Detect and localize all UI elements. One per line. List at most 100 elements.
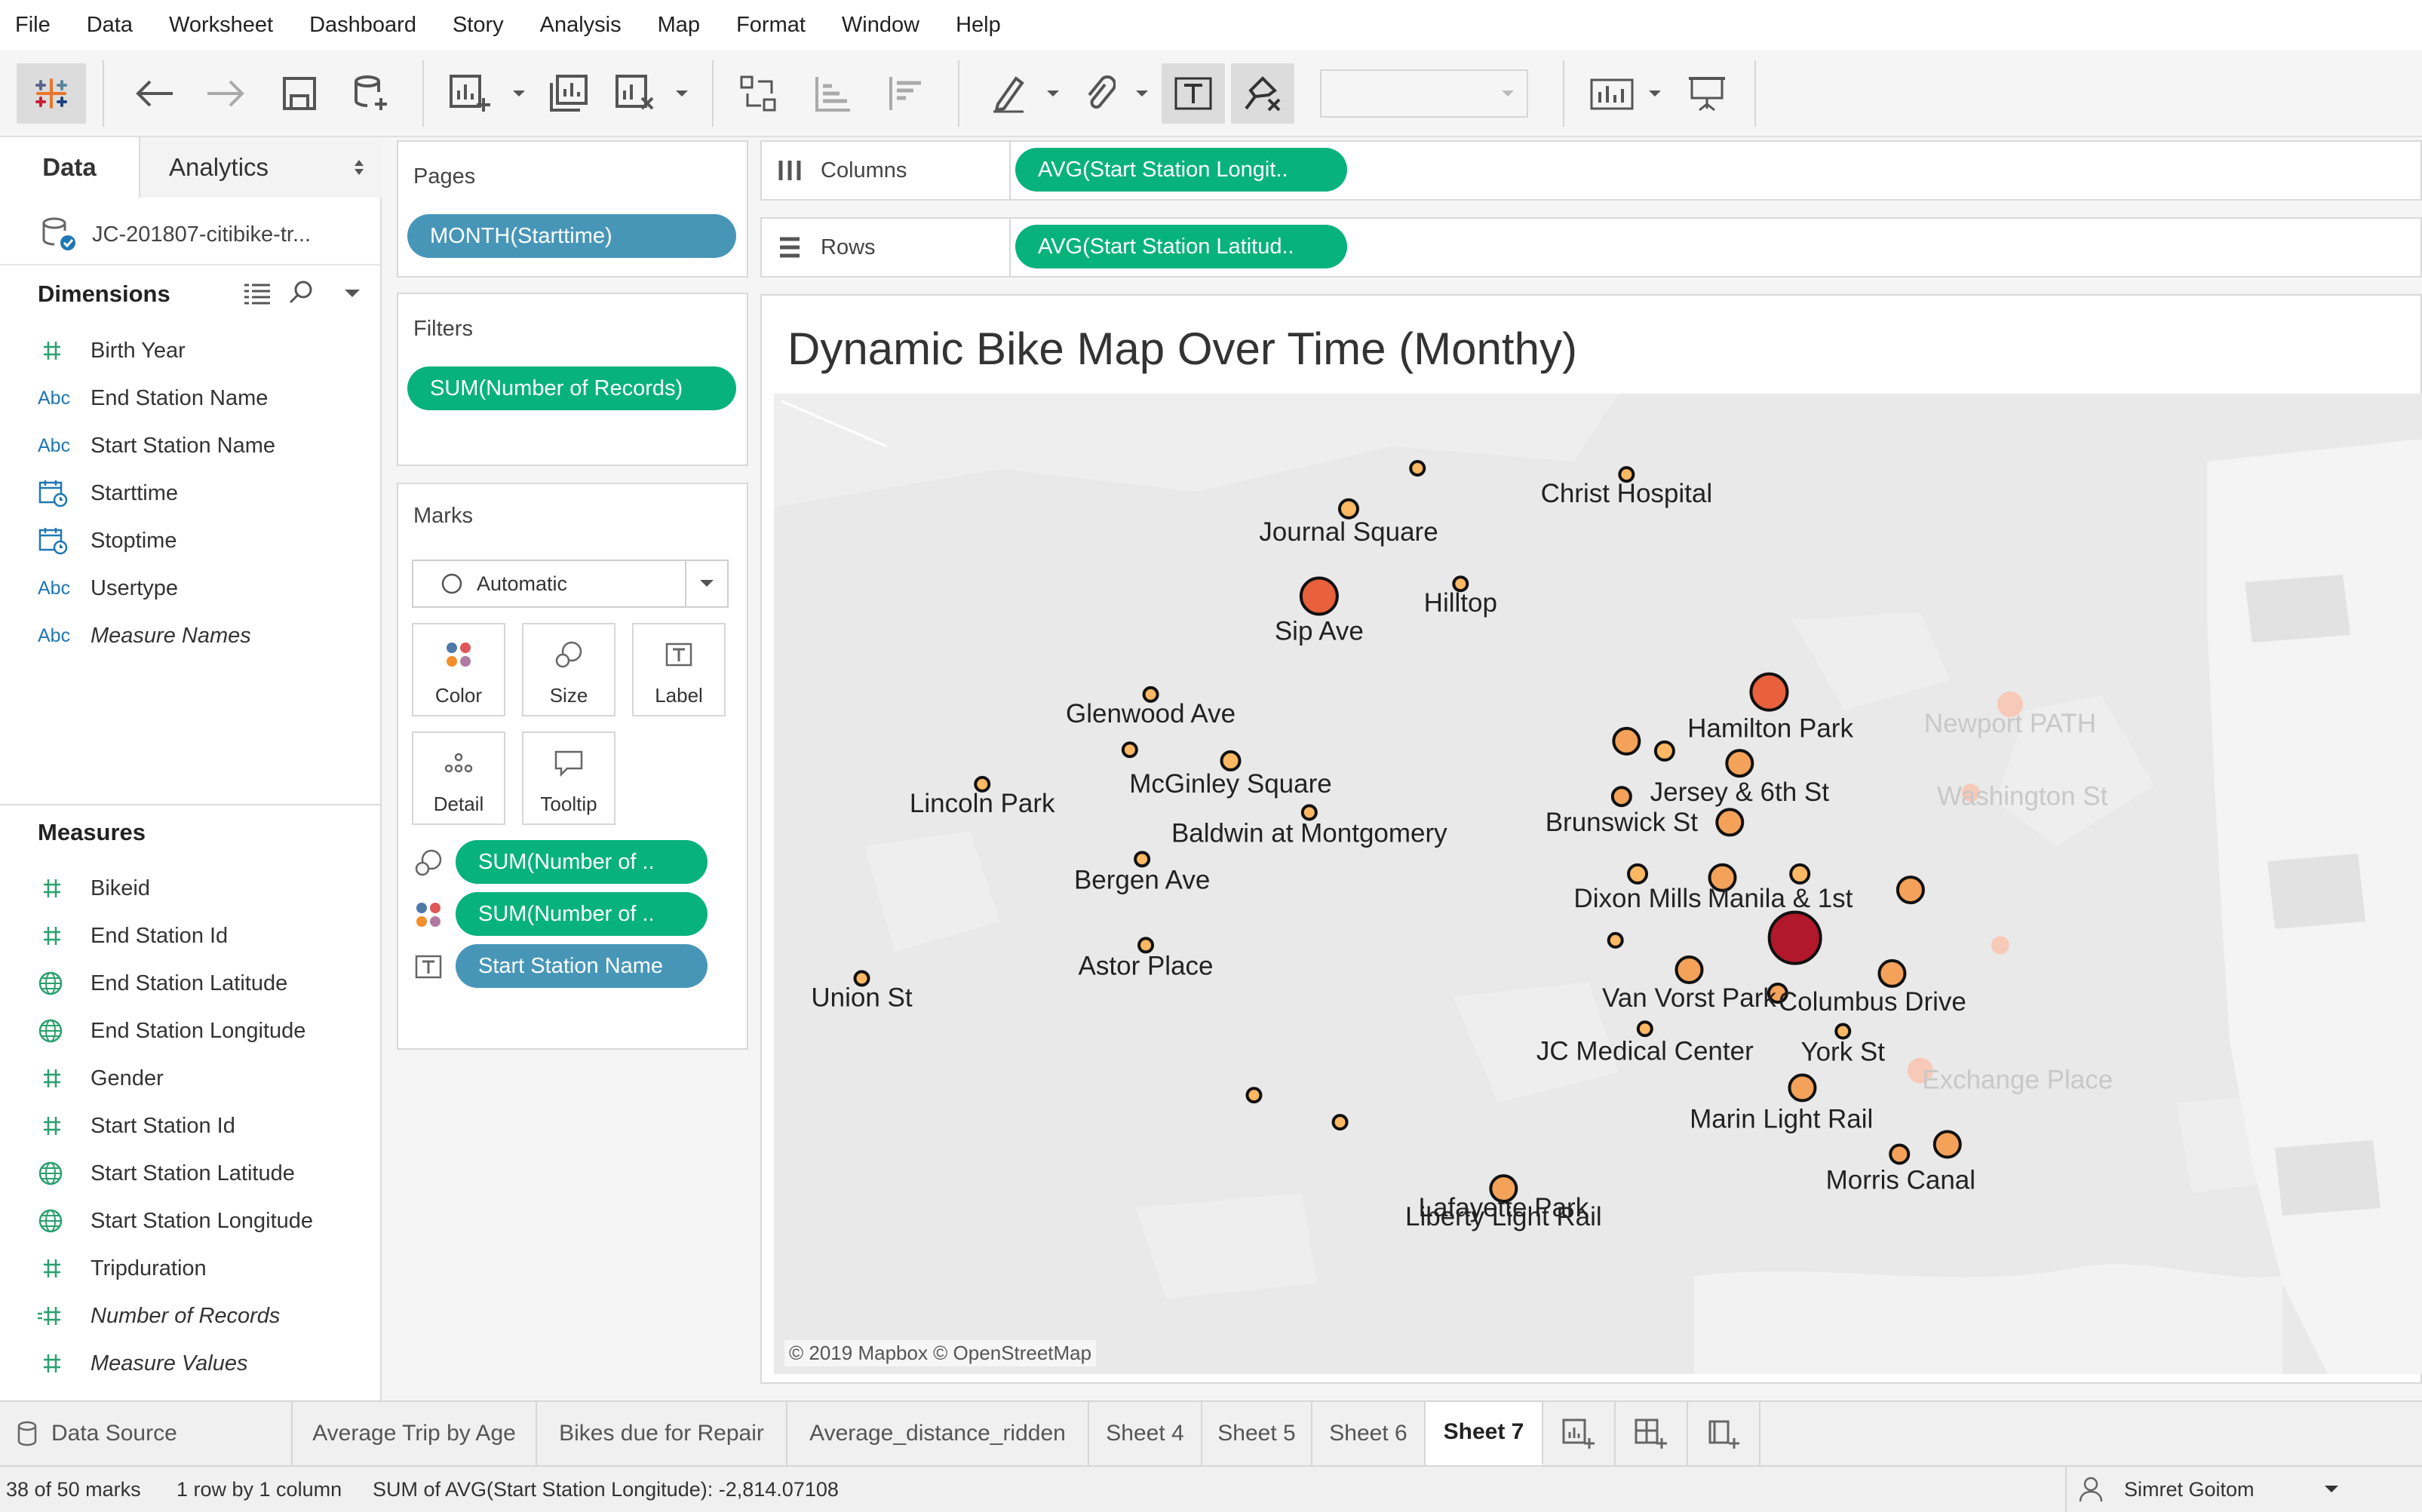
color-button[interactable]: Color bbox=[412, 623, 505, 716]
fix-axes-icon[interactable] bbox=[1231, 63, 1294, 124]
station-mark[interactable] bbox=[1137, 937, 1155, 954]
measure-item[interactable]: Measure Values bbox=[38, 1342, 247, 1385]
menu-dashboard[interactable]: Dashboard bbox=[309, 13, 416, 38]
chevron-down-icon[interactable] bbox=[505, 63, 533, 124]
tab-data[interactable]: Data bbox=[0, 137, 139, 198]
station-mark[interactable] bbox=[1331, 1114, 1349, 1131]
measure-item[interactable]: Bikeid bbox=[38, 867, 150, 909]
chevron-down-icon[interactable] bbox=[1641, 63, 1668, 124]
station-mark[interactable] bbox=[1337, 498, 1359, 520]
mark-pill[interactable]: Start Station Name bbox=[456, 944, 708, 988]
presentation-mode-icon[interactable] bbox=[1679, 63, 1735, 124]
sort-ascending-icon[interactable] bbox=[806, 63, 861, 124]
save-icon[interactable] bbox=[272, 63, 327, 124]
station-mark[interactable] bbox=[1749, 672, 1789, 712]
mark-pill[interactable]: SUM(Number of .. bbox=[456, 892, 708, 936]
show-me-icon[interactable] bbox=[1584, 63, 1640, 124]
station-mark[interactable] bbox=[1889, 1143, 1911, 1165]
station-mark[interactable] bbox=[1409, 459, 1426, 477]
measure-item[interactable]: Tripduration bbox=[38, 1247, 207, 1290]
menu-help[interactable]: Help bbox=[956, 13, 1001, 38]
tab-analytics[interactable]: Analytics bbox=[139, 137, 382, 198]
detail-button[interactable]: Detail bbox=[412, 731, 505, 825]
chevron-down-icon[interactable] bbox=[1039, 63, 1067, 124]
sheet-tab[interactable]: Average Trip by Age bbox=[293, 1402, 537, 1465]
station-mark[interactable] bbox=[1220, 750, 1242, 771]
dimension-item[interactable]: Abc Measure Names bbox=[38, 615, 251, 657]
label-button[interactable]: Label bbox=[632, 623, 726, 716]
new-story-tab-button[interactable] bbox=[1688, 1402, 1760, 1465]
redo-icon[interactable] bbox=[198, 63, 253, 124]
new-datasource-icon[interactable] bbox=[344, 63, 400, 124]
measure-item[interactable]: Number of Records bbox=[38, 1295, 280, 1337]
measure-item[interactable]: End Station Longitude bbox=[38, 1010, 305, 1052]
station-mark[interactable] bbox=[1300, 804, 1318, 821]
sheet-tab[interactable]: Sheet 5 bbox=[1202, 1402, 1312, 1465]
menu-window[interactable]: Window bbox=[842, 13, 919, 38]
station-mark[interactable] bbox=[1991, 936, 2009, 955]
rows-pill[interactable]: AVG(Start Station Latitud.. bbox=[1015, 225, 1347, 268]
dimension-item[interactable]: Starttime bbox=[38, 472, 178, 514]
highlight-icon[interactable] bbox=[981, 63, 1036, 124]
measure-item[interactable]: Start Station Id bbox=[38, 1105, 235, 1147]
menu-file[interactable]: File bbox=[15, 13, 51, 38]
chevron-down-icon[interactable] bbox=[668, 63, 695, 124]
station-mark[interactable] bbox=[1789, 863, 1811, 885]
mark-type-dropdown[interactable]: Automatic bbox=[412, 560, 729, 608]
measure-item[interactable]: End Station Id bbox=[38, 915, 228, 957]
station-mark[interactable] bbox=[1767, 910, 1822, 965]
swap-rows-columns-icon[interactable] bbox=[732, 63, 787, 124]
station-mark[interactable] bbox=[1715, 808, 1745, 837]
sheet-tab[interactable]: Sheet 7 bbox=[1426, 1402, 1543, 1465]
measure-item[interactable]: Start Station Longitude bbox=[38, 1200, 313, 1242]
menu-analysis[interactable]: Analysis bbox=[540, 13, 622, 38]
station-mark[interactable] bbox=[1610, 786, 1632, 808]
station-mark[interactable] bbox=[1725, 749, 1754, 778]
fit-dropdown[interactable] bbox=[1320, 63, 1528, 124]
station-mark[interactable] bbox=[1896, 876, 1925, 905]
menu-data[interactable]: Data bbox=[87, 13, 133, 38]
station-mark[interactable] bbox=[1636, 1020, 1653, 1038]
tooltip-button[interactable]: Tooltip bbox=[522, 731, 615, 825]
station-mark[interactable] bbox=[1299, 576, 1339, 616]
station-mark[interactable] bbox=[1932, 1130, 1962, 1159]
view-cards-icon[interactable] bbox=[243, 282, 272, 305]
station-mark[interactable] bbox=[1653, 740, 1675, 762]
station-mark[interactable] bbox=[1612, 726, 1641, 756]
station-mark[interactable] bbox=[1121, 741, 1138, 759]
sheet-tab[interactable]: Sheet 6 bbox=[1312, 1402, 1426, 1465]
measure-item[interactable]: Gender bbox=[38, 1057, 164, 1099]
sheet-tab[interactable]: Bikes due for Repair bbox=[537, 1402, 787, 1465]
dimension-item[interactable]: Abc Start Station Name bbox=[38, 425, 275, 467]
dimension-item[interactable]: Abc End Station Name bbox=[38, 377, 268, 419]
menu-format[interactable]: Format bbox=[736, 13, 806, 38]
menu-map[interactable]: Map bbox=[658, 13, 700, 38]
sort-descending-icon[interactable] bbox=[879, 63, 935, 124]
chevron-down-icon[interactable] bbox=[344, 288, 361, 299]
menu-worksheet[interactable]: Worksheet bbox=[169, 13, 273, 38]
station-mark[interactable] bbox=[1834, 1023, 1852, 1040]
tableau-logo-icon[interactable] bbox=[17, 63, 86, 124]
station-mark[interactable] bbox=[1627, 863, 1649, 885]
pages-pill[interactable]: MONTH(Starttime) bbox=[407, 214, 736, 258]
columns-pill[interactable]: AVG(Start Station Longit.. bbox=[1015, 148, 1347, 192]
station-mark[interactable] bbox=[1134, 851, 1151, 868]
sheet-tab[interactable]: Average_distance_ridden bbox=[787, 1402, 1089, 1465]
dimension-item[interactable]: Birth Year bbox=[38, 330, 186, 372]
chevron-down-icon[interactable] bbox=[1128, 63, 1156, 124]
station-mark[interactable] bbox=[1675, 955, 1704, 985]
station-mark[interactable] bbox=[1245, 1087, 1263, 1104]
clear-sheet-icon[interactable] bbox=[608, 63, 664, 124]
map-canvas[interactable]: Christ Hospital Hilltop Glenwood Ave Lincol… bbox=[774, 394, 2422, 1374]
new-worksheet-tab-button[interactable] bbox=[1543, 1402, 1616, 1465]
measure-item[interactable]: Start Station Latitude bbox=[38, 1152, 295, 1195]
station-mark[interactable] bbox=[1607, 931, 1624, 949]
duplicate-sheet-icon[interactable] bbox=[542, 63, 597, 124]
new-dashboard-tab-button[interactable] bbox=[1616, 1402, 1688, 1465]
tab-data-source[interactable]: Data Source bbox=[0, 1402, 293, 1465]
mark-pill[interactable]: SUM(Number of .. bbox=[456, 840, 708, 884]
map[interactable]: Christ Hospital Hilltop Glenwood Ave Lincol… bbox=[774, 394, 2422, 1374]
station-mark[interactable] bbox=[1877, 958, 1907, 988]
sheet-tab[interactable]: Sheet 4 bbox=[1089, 1402, 1202, 1465]
dimension-item[interactable]: Abc Usertype bbox=[38, 567, 178, 609]
